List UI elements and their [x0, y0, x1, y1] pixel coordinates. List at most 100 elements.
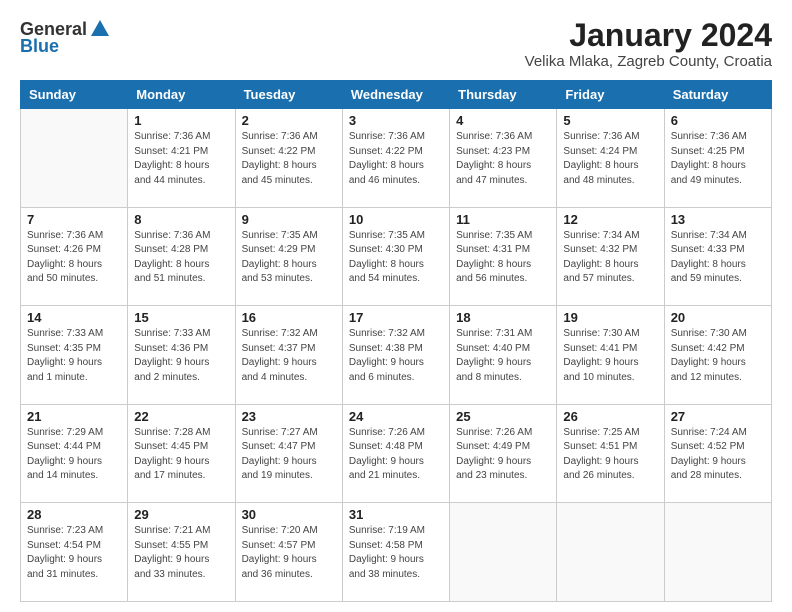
day-info: Sunrise: 7:36 AM Sunset: 4:28 PM Dayligh… — [134, 229, 228, 287]
day-info: Sunrise: 7:29 AM Sunset: 4:44 PM Dayligh… — [27, 426, 121, 484]
week-row-4: 21Sunrise: 7:29 AM Sunset: 4:44 PM Dayli… — [21, 404, 772, 503]
calendar-cell: 12 Sunrise: 7:34 AM Sunset: 4:32 PM Dayli… — [557, 207, 664, 306]
header-right: January 2024 Velika Mlaka, Zagreb County… — [525, 18, 772, 70]
day-number: 31 — [349, 507, 443, 522]
calendar-cell: 10 Sunrise: 7:35 AM Sunset: 4:30 PM Dayli… — [342, 207, 449, 306]
calendar-cell: 15Sunrise: 7:33 AM Sunset: 4:36 PM Dayli… — [128, 306, 235, 405]
day-info: Sunrise: 7:36 AM Sunset: 4:26 PM Dayligh… — [27, 229, 121, 287]
day-info: Sunrise: 7:36 AM Sunset: 4:23 PM Dayligh… — [456, 130, 550, 188]
day-info: Sunrise: 7:35 AM Sunset: 4:31 PM Dayligh… — [456, 229, 550, 287]
day-number: 10 — [349, 212, 443, 227]
day-number: 9 — [242, 212, 336, 227]
day-info: Sunrise: 7:35 AM Sunset: 4:30 PM Dayligh… — [349, 229, 443, 287]
day-number: 12 — [563, 212, 657, 227]
week-row-3: 14 Sunrise: 7:33 AM Sunset: 4:35 PM Dayli… — [21, 306, 772, 405]
day-number: 19 — [563, 310, 657, 325]
logo-blue-text: Blue — [20, 36, 59, 57]
day-info: Sunrise: 7:34 AM Sunset: 4:33 PM Dayligh… — [671, 229, 765, 287]
day-header-sunday: Sunday — [21, 81, 128, 109]
calendar-cell: 26 Sunrise: 7:25 AM Sunset: 4:51 PM Dayli… — [557, 404, 664, 503]
calendar-cell: 21Sunrise: 7:29 AM Sunset: 4:44 PM Dayli… — [21, 404, 128, 503]
calendar-cell: 7 Sunrise: 7:36 AM Sunset: 4:26 PM Daylig… — [21, 207, 128, 306]
day-number: 27 — [671, 409, 765, 424]
logo: General Blue — [20, 18, 111, 57]
day-info: Sunrise: 7:35 AM Sunset: 4:29 PM Dayligh… — [242, 229, 336, 287]
calendar-cell: 13Sunrise: 7:34 AM Sunset: 4:33 PM Dayli… — [664, 207, 771, 306]
location-title: Velika Mlaka, Zagreb County, Croatia — [525, 53, 772, 70]
day-info: Sunrise: 7:21 AM Sunset: 4:55 PM Dayligh… — [134, 524, 228, 582]
day-number: 7 — [27, 212, 121, 227]
day-header-saturday: Saturday — [664, 81, 771, 109]
day-number: 1 — [134, 113, 228, 128]
calendar-cell: 11 Sunrise: 7:35 AM Sunset: 4:31 PM Dayli… — [450, 207, 557, 306]
page: General Blue January 2024 Velika Mlaka, … — [0, 0, 792, 612]
calendar-cell: 28 Sunrise: 7:23 AM Sunset: 4:54 PM Dayli… — [21, 503, 128, 602]
day-info: Sunrise: 7:25 AM Sunset: 4:51 PM Dayligh… — [563, 426, 657, 484]
day-info: Sunrise: 7:36 AM Sunset: 4:22 PM Dayligh… — [242, 130, 336, 188]
header-row: SundayMondayTuesdayWednesdayThursdayFrid… — [21, 81, 772, 109]
day-info: Sunrise: 7:26 AM Sunset: 4:48 PM Dayligh… — [349, 426, 443, 484]
day-number: 26 — [563, 409, 657, 424]
calendar-cell — [450, 503, 557, 602]
day-info: Sunrise: 7:23 AM Sunset: 4:54 PM Dayligh… — [27, 524, 121, 582]
day-number: 11 — [456, 212, 550, 227]
calendar-cell: 8 Sunrise: 7:36 AM Sunset: 4:28 PM Daylig… — [128, 207, 235, 306]
day-number: 20 — [671, 310, 765, 325]
day-number: 5 — [563, 113, 657, 128]
calendar-cell: 2Sunrise: 7:36 AM Sunset: 4:22 PM Daylig… — [235, 109, 342, 208]
day-info: Sunrise: 7:26 AM Sunset: 4:49 PM Dayligh… — [456, 426, 550, 484]
calendar-cell: 17 Sunrise: 7:32 AM Sunset: 4:38 PM Dayli… — [342, 306, 449, 405]
day-number: 23 — [242, 409, 336, 424]
day-info: Sunrise: 7:36 AM Sunset: 4:25 PM Dayligh… — [671, 130, 765, 188]
calendar-cell: 4 Sunrise: 7:36 AM Sunset: 4:23 PM Daylig… — [450, 109, 557, 208]
calendar-cell: 20Sunrise: 7:30 AM Sunset: 4:42 PM Dayli… — [664, 306, 771, 405]
day-info: Sunrise: 7:31 AM Sunset: 4:40 PM Dayligh… — [456, 327, 550, 385]
month-title: January 2024 — [525, 18, 772, 53]
day-header-monday: Monday — [128, 81, 235, 109]
day-info: Sunrise: 7:34 AM Sunset: 4:32 PM Dayligh… — [563, 229, 657, 287]
calendar-cell: 3 Sunrise: 7:36 AM Sunset: 4:22 PM Daylig… — [342, 109, 449, 208]
day-info: Sunrise: 7:36 AM Sunset: 4:22 PM Dayligh… — [349, 130, 443, 188]
calendar-cell: 18 Sunrise: 7:31 AM Sunset: 4:40 PM Dayli… — [450, 306, 557, 405]
day-info: Sunrise: 7:33 AM Sunset: 4:35 PM Dayligh… — [27, 327, 121, 385]
day-info: Sunrise: 7:36 AM Sunset: 4:21 PM Dayligh… — [134, 130, 228, 188]
calendar-cell: 16 Sunrise: 7:32 AM Sunset: 4:37 PM Dayli… — [235, 306, 342, 405]
day-info: Sunrise: 7:20 AM Sunset: 4:57 PM Dayligh… — [242, 524, 336, 582]
day-header-tuesday: Tuesday — [235, 81, 342, 109]
day-number: 3 — [349, 113, 443, 128]
day-number: 29 — [134, 507, 228, 522]
calendar-cell: 5Sunrise: 7:36 AM Sunset: 4:24 PM Daylig… — [557, 109, 664, 208]
day-number: 25 — [456, 409, 550, 424]
day-number: 24 — [349, 409, 443, 424]
day-info: Sunrise: 7:30 AM Sunset: 4:41 PM Dayligh… — [563, 327, 657, 385]
day-number: 17 — [349, 310, 443, 325]
calendar-cell: 30 Sunrise: 7:20 AM Sunset: 4:57 PM Dayli… — [235, 503, 342, 602]
day-info: Sunrise: 7:32 AM Sunset: 4:37 PM Dayligh… — [242, 327, 336, 385]
calendar-cell: 19 Sunrise: 7:30 AM Sunset: 4:41 PM Dayli… — [557, 306, 664, 405]
day-number: 8 — [134, 212, 228, 227]
day-info: Sunrise: 7:33 AM Sunset: 4:36 PM Dayligh… — [134, 327, 228, 385]
day-number: 28 — [27, 507, 121, 522]
week-row-1: 1 Sunrise: 7:36 AM Sunset: 4:21 PM Daylig… — [21, 109, 772, 208]
day-info: Sunrise: 7:24 AM Sunset: 4:52 PM Dayligh… — [671, 426, 765, 484]
day-header-thursday: Thursday — [450, 81, 557, 109]
day-number: 14 — [27, 310, 121, 325]
day-info: Sunrise: 7:19 AM Sunset: 4:58 PM Dayligh… — [349, 524, 443, 582]
calendar-cell: 31 Sunrise: 7:19 AM Sunset: 4:58 PM Dayli… — [342, 503, 449, 602]
day-number: 16 — [242, 310, 336, 325]
calendar-cell: 27 Sunrise: 7:24 AM Sunset: 4:52 PM Dayli… — [664, 404, 771, 503]
week-row-5: 28 Sunrise: 7:23 AM Sunset: 4:54 PM Dayli… — [21, 503, 772, 602]
day-number: 6 — [671, 113, 765, 128]
day-number: 4 — [456, 113, 550, 128]
calendar-cell: 1 Sunrise: 7:36 AM Sunset: 4:21 PM Daylig… — [128, 109, 235, 208]
day-number: 18 — [456, 310, 550, 325]
calendar-cell: 25 Sunrise: 7:26 AM Sunset: 4:49 PM Dayli… — [450, 404, 557, 503]
calendar-cell: 23Sunrise: 7:27 AM Sunset: 4:47 PM Dayli… — [235, 404, 342, 503]
calendar-cell — [557, 503, 664, 602]
day-number: 30 — [242, 507, 336, 522]
calendar-cell: 29 Sunrise: 7:21 AM Sunset: 4:55 PM Dayli… — [128, 503, 235, 602]
logo-icon — [89, 18, 111, 40]
calendar-cell: 6 Sunrise: 7:36 AM Sunset: 4:25 PM Daylig… — [664, 109, 771, 208]
calendar-cell: 9 Sunrise: 7:35 AM Sunset: 4:29 PM Daylig… — [235, 207, 342, 306]
day-info: Sunrise: 7:32 AM Sunset: 4:38 PM Dayligh… — [349, 327, 443, 385]
